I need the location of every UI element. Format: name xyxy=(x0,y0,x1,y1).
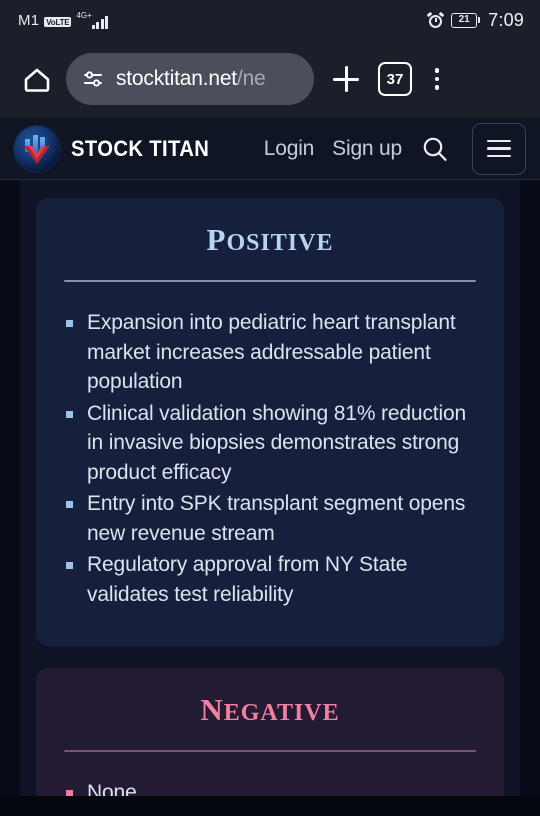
list-item: Regulatory approval from NY State valida… xyxy=(62,550,478,609)
battery-icon: 21 xyxy=(451,12,481,28)
browser-menu-button[interactable] xyxy=(422,59,452,99)
negative-card-title: NEGATIVE xyxy=(62,692,478,728)
list-item: Entry into SPK transplant segment opens … xyxy=(62,489,478,548)
url-domain: stocktitan.net xyxy=(116,67,237,90)
page-info-icon[interactable] xyxy=(82,68,104,90)
positive-bullet-list: Expansion into pediatric heart transplan… xyxy=(62,308,478,609)
network-type-label: 4G+ xyxy=(76,10,92,20)
clock-label: 7:09 xyxy=(488,9,524,30)
page-body: POSITIVE Expansion into pediatric heart … xyxy=(0,180,540,796)
tab-count-label: 37 xyxy=(386,70,404,88)
hamburger-menu-button[interactable] xyxy=(472,122,526,175)
logo-arrow-shape xyxy=(24,145,50,164)
content-column: POSITIVE Expansion into pediatric heart … xyxy=(20,180,520,796)
status-bar-right: 21 7:09 xyxy=(426,0,524,40)
login-link[interactable]: Login xyxy=(264,137,315,161)
home-icon[interactable] xyxy=(18,60,56,98)
tab-switcher-button[interactable]: 37 xyxy=(378,62,412,96)
positive-title-rest: OSITIVE xyxy=(226,230,334,256)
positive-card: POSITIVE Expansion into pediatric heart … xyxy=(36,198,504,646)
signup-link[interactable]: Sign up xyxy=(332,137,402,161)
battery-percent-label: 21 xyxy=(458,14,470,25)
new-tab-button[interactable] xyxy=(324,57,368,101)
list-item: None. xyxy=(62,778,478,796)
status-bar-left: M1 VoLTE 4G+ xyxy=(18,10,109,29)
status-bar: M1 VoLTE 4G+ 21 7:09 xyxy=(0,0,540,40)
list-item: Clinical validation showing 81% reductio… xyxy=(62,399,478,488)
negative-title-initial: N xyxy=(200,692,224,727)
url-text: stocktitan.net/ne xyxy=(116,67,266,91)
positive-title-initial: P xyxy=(206,222,227,257)
url-path: /ne xyxy=(236,67,266,90)
list-item: Expansion into pediatric heart transplan… xyxy=(62,308,478,397)
volte-badge: VoLTE xyxy=(44,16,72,27)
negative-divider xyxy=(64,750,476,752)
header-nav: Login Sign up xyxy=(264,122,526,175)
negative-title-rest: EGATIVE xyxy=(223,700,340,726)
positive-divider xyxy=(64,280,476,282)
signal-bars-icon: 4G+ xyxy=(76,10,109,29)
url-bar[interactable]: stocktitan.net/ne xyxy=(66,53,314,105)
carrier-label: M1 xyxy=(18,11,40,29)
sentiment-cards: POSITIVE Expansion into pediatric heart … xyxy=(20,180,520,796)
browser-toolbar: stocktitan.net/ne 37 xyxy=(0,40,540,118)
search-icon[interactable] xyxy=(420,134,450,164)
brand-label[interactable]: STOCK TITAN xyxy=(71,136,209,162)
site-header: STOCK TITAN Login Sign up xyxy=(0,118,540,180)
alarm-icon xyxy=(426,11,445,28)
signal-strength-bars xyxy=(91,15,109,29)
negative-bullet-list: None. xyxy=(62,778,478,796)
stock-titan-logo-icon[interactable] xyxy=(14,125,60,172)
positive-card-title: POSITIVE xyxy=(62,222,478,258)
negative-card: NEGATIVE None. xyxy=(36,668,504,796)
